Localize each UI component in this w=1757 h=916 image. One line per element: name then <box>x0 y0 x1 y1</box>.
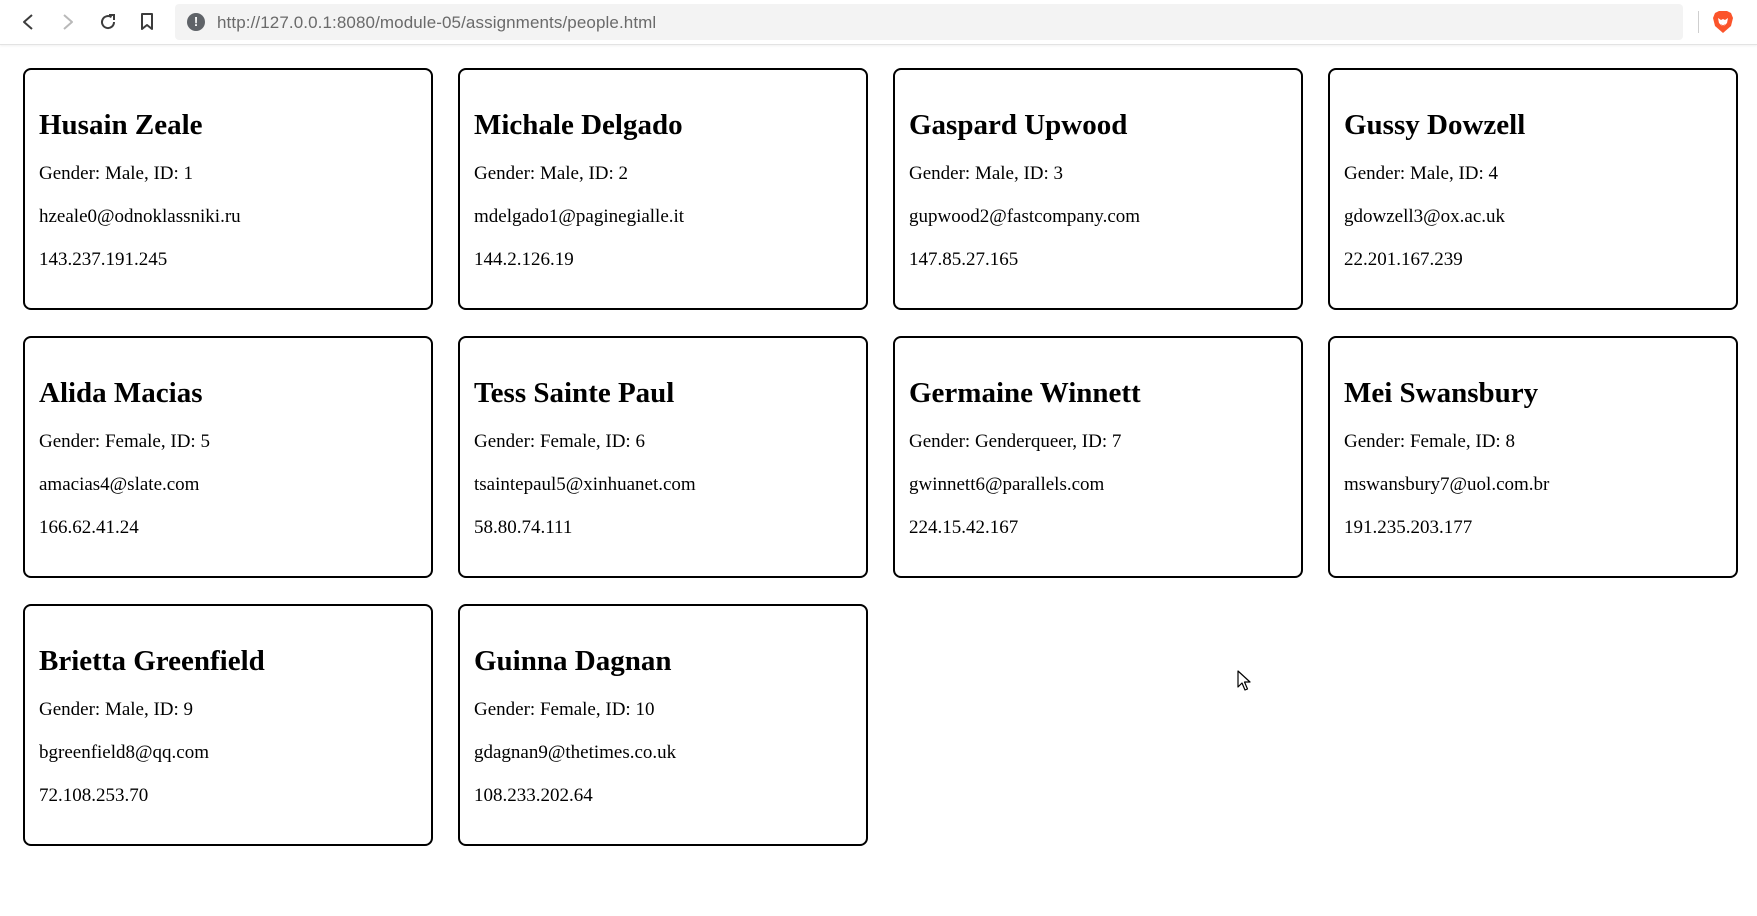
bookmark-icon <box>141 13 153 30</box>
person-name: Alida Macias <box>39 377 203 409</box>
person-name: Brietta Greenfield <box>39 645 265 677</box>
person-ip-address: 72.108.253.70 <box>39 785 149 806</box>
reload-button[interactable] <box>95 9 121 35</box>
person-gender-id: Gender: Male, ID: 9 <box>39 699 194 720</box>
person-name: Mei Swansbury <box>1344 377 1539 409</box>
url-text[interactable]: http://127.0.0.1:8080/module-05/assignme… <box>217 13 656 33</box>
person-ip-address: 108.233.202.64 <box>474 785 593 806</box>
person-email: mdelgado1@paginegialle.it <box>474 206 685 227</box>
reload-icon <box>101 14 116 30</box>
person-card: Gussy Dowzell Gender: Male, ID: 4 gdowzell… <box>1328 68 1738 310</box>
person-email: tsaintepaul5@xinhuanet.com <box>474 474 696 495</box>
back-button[interactable] <box>15 9 41 35</box>
person-email: mswansbury7@uol.com.br <box>1344 474 1550 495</box>
person-ip-address: 58.80.74.111 <box>474 517 573 538</box>
person-card: Alida Macias Gender: Female, ID: 5 amacias… <box>23 336 433 578</box>
person-name: Germaine Winnett <box>909 377 1141 409</box>
person-gender-id: Gender: Male, ID: 2 <box>474 163 629 184</box>
person-card: Guinna Dagnan Gender: Female, ID: 10 gdagn… <box>458 604 868 846</box>
person-card: Husain Zeale Gender: Male, ID: 1 hzeale0@o… <box>23 68 433 310</box>
person-card: Brietta Greenfield Gender: Male, ID: 9 bgr… <box>23 604 433 846</box>
back-arrow-icon <box>23 14 33 30</box>
person-gender-id: Gender: Male, ID: 4 <box>1344 163 1499 184</box>
person-gender-id: Gender: Male, ID: 1 <box>39 163 194 184</box>
person-name: Guinna Dagnan <box>474 645 672 677</box>
person-ip-address: 147.85.27.165 <box>909 249 1019 270</box>
person-gender-id: Gender: Female, ID: 6 <box>474 431 645 452</box>
person-gender-id: Gender: Genderqueer, ID: 7 <box>909 431 1122 452</box>
person-gender-id: Gender: Female, ID: 10 <box>474 699 655 720</box>
info-icon[interactable]: ! <box>187 13 205 31</box>
person-name: Husain Zeale <box>39 109 203 141</box>
person-name: Gussy Dowzell <box>1344 109 1526 141</box>
people-card-grid: Husain Zeale Gender: Male, ID: 1 hzeale0@o… <box>23 68 1738 846</box>
forward-button[interactable] <box>55 9 81 35</box>
person-card: Gaspard Upwood Gender: Male, ID: 3 gupwood… <box>893 68 1303 310</box>
person-gender-id: Gender: Male, ID: 3 <box>909 163 1064 184</box>
address-bar[interactable]: ! http://127.0.0.1:8080/module-05/assign… <box>175 4 1683 40</box>
person-ip-address: 143.237.191.245 <box>39 249 168 270</box>
person-email: hzeale0@odnoklassniki.ru <box>39 206 241 227</box>
person-email: gdowzell3@ox.ac.uk <box>1344 206 1506 227</box>
person-ip-address: 22.201.167.239 <box>1344 249 1463 270</box>
person-email: amacias4@slate.com <box>39 474 200 495</box>
person-ip-address: 191.235.203.177 <box>1344 517 1473 538</box>
person-card: Germaine Winnett Gender: Genderqueer, ID:… <box>893 336 1303 578</box>
person-ip-address: 166.62.41.24 <box>39 517 139 538</box>
person-ip-address: 224.15.42.167 <box>909 517 1019 538</box>
forward-arrow-icon <box>63 14 73 30</box>
person-card: Tess Sainte Paul Gender: Female, ID: 6 tsa… <box>458 336 868 578</box>
bookmark-button[interactable] <box>134 9 160 35</box>
person-email: bgreenfield8@qq.com <box>39 742 209 763</box>
person-email: gwinnett6@parallels.com <box>909 474 1105 495</box>
person-card: Michale Delgado Gender: Male, ID: 2 mdelga… <box>458 68 868 310</box>
person-name: Tess Sainte Paul <box>474 377 675 409</box>
person-name: Michale Delgado <box>474 109 683 141</box>
browser-toolbar: ! http://127.0.0.1:8080/module-05/assign… <box>0 0 1757 45</box>
person-email: gupwood2@fastcompany.com <box>909 206 1141 227</box>
person-ip-address: 144.2.126.19 <box>474 249 574 270</box>
person-gender-id: Gender: Female, ID: 8 <box>1344 431 1515 452</box>
toolbar-divider <box>1698 11 1699 33</box>
person-card: Mei Swansbury Gender: Female, ID: 8 mswans… <box>1328 336 1738 578</box>
brave-lion-icon[interactable] <box>1710 9 1736 35</box>
person-email: gdagnan9@thetimes.co.uk <box>474 742 677 763</box>
mouse-cursor-icon <box>1237 670 1251 691</box>
person-gender-id: Gender: Female, ID: 5 <box>39 431 210 452</box>
person-name: Gaspard Upwood <box>909 109 1128 141</box>
